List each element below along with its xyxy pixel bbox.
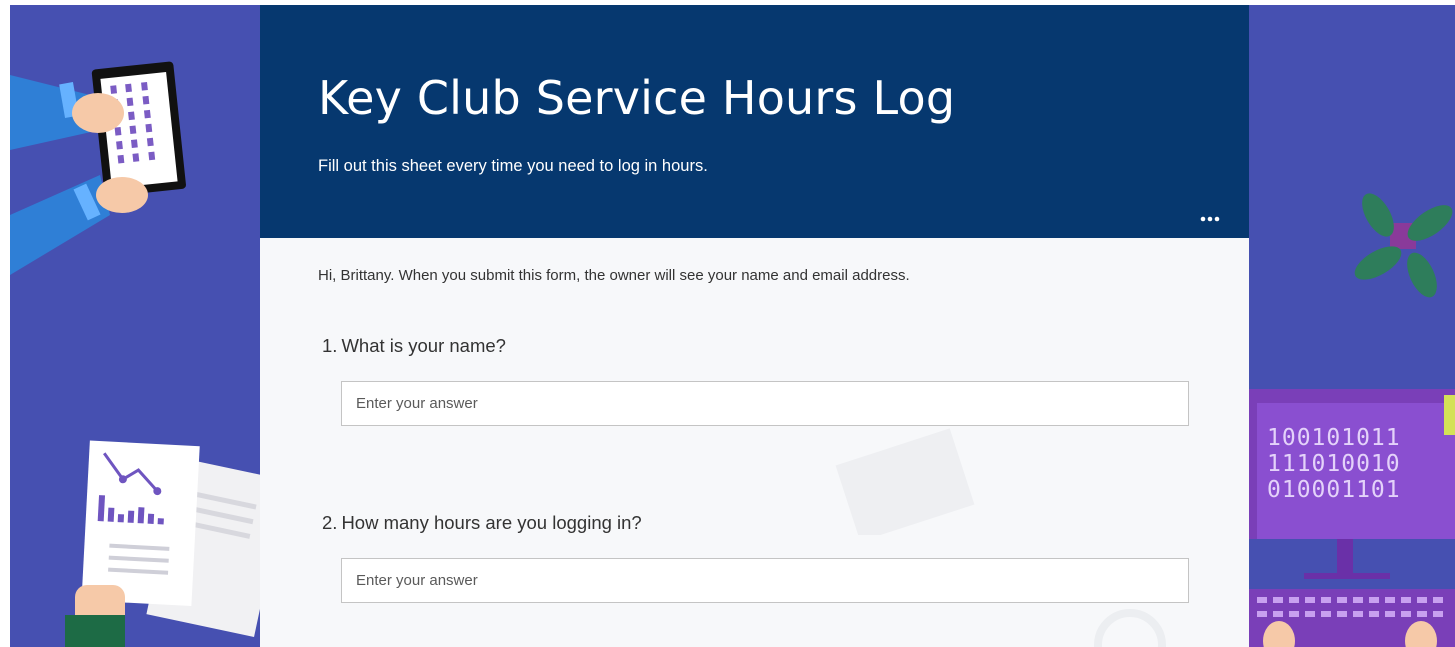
leaf-plant-illustration bbox=[1350, 193, 1455, 303]
identity-notice: Hi, Brittany. When you submit this form,… bbox=[318, 267, 910, 284]
binary-code-line: 111010010 bbox=[1267, 451, 1401, 477]
question-text: What is your name? bbox=[341, 335, 506, 356]
form-title: Key Club Service Hours Log bbox=[318, 71, 956, 125]
question-number: 1. bbox=[322, 335, 338, 356]
form-card: Key Club Service Hours Log Fill out this… bbox=[260, 5, 1249, 647]
form-subtitle: Fill out this sheet every time you need … bbox=[318, 157, 708, 175]
name-answer-input[interactable] bbox=[341, 381, 1189, 426]
form-background: 100101011 111010010 010001101 Key Club S… bbox=[10, 5, 1455, 647]
question-title: 2. How many hours are you logging in? bbox=[322, 512, 642, 534]
binary-monitor-illustration: 100101011 111010010 010001101 bbox=[1249, 389, 1455, 647]
charts-papers-illustration bbox=[65, 435, 265, 647]
binary-code-line: 010001101 bbox=[1267, 477, 1401, 503]
tablet-hands-illustration bbox=[10, 55, 260, 285]
question-text: How many hours are you logging in? bbox=[341, 512, 642, 533]
question-title: 1. What is your name? bbox=[322, 335, 506, 357]
watermark-decoration bbox=[835, 425, 975, 542]
form-header-banner: Key Club Service Hours Log Fill out this… bbox=[260, 5, 1249, 238]
question-number: 2. bbox=[322, 512, 338, 533]
hours-answer-input[interactable] bbox=[341, 558, 1189, 603]
watermark-cup-decoration bbox=[1090, 600, 1180, 647]
binary-code-line: 100101011 bbox=[1267, 425, 1401, 451]
more-options-button[interactable] bbox=[1197, 208, 1223, 230]
ellipsis-icon bbox=[1200, 216, 1220, 222]
